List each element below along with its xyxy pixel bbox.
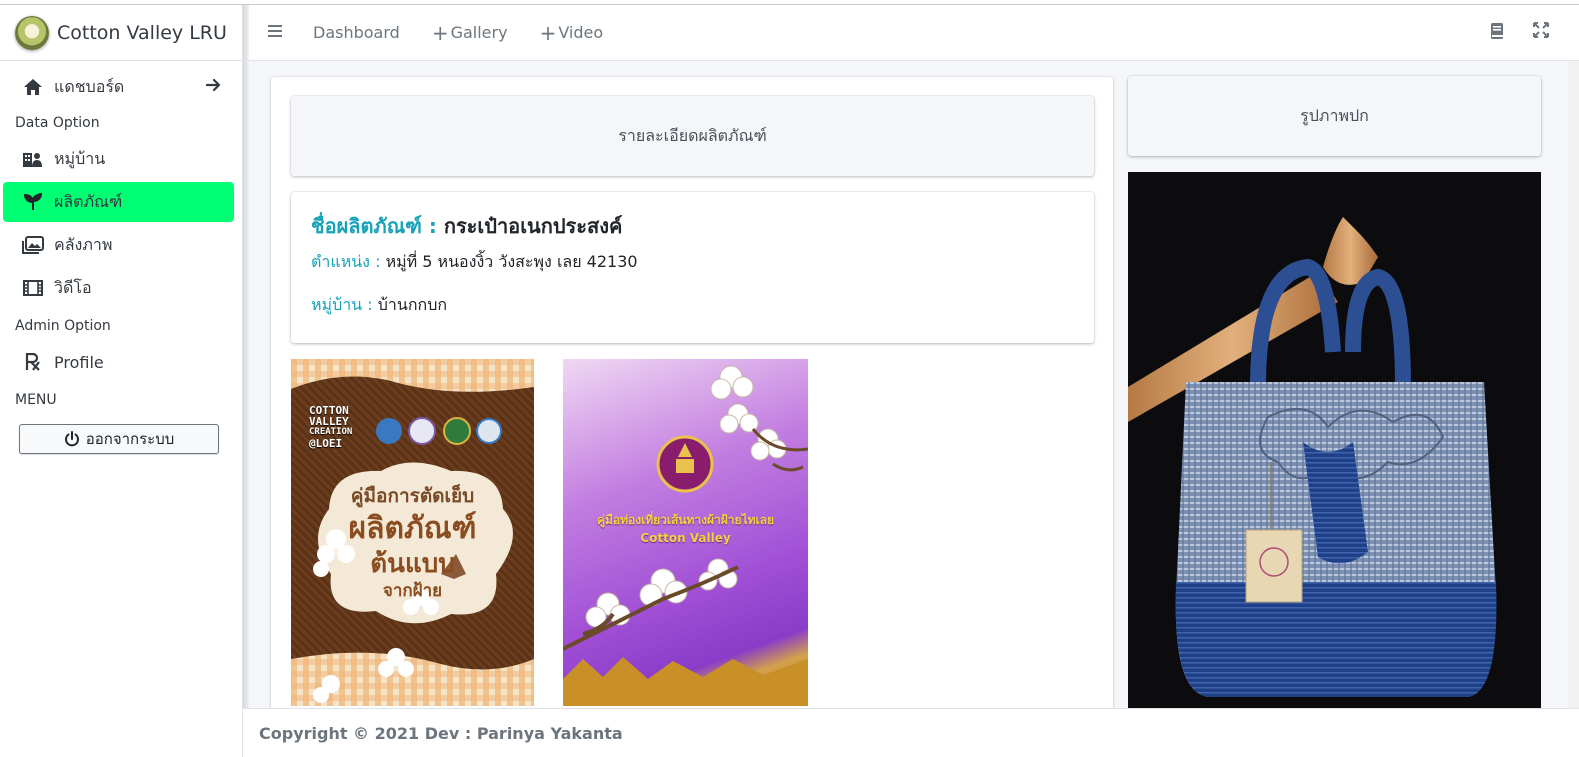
home-icon — [22, 77, 44, 97]
product-name: กระเป๋าอเนกประสงค์ — [443, 214, 623, 238]
sidebar-item-village[interactable]: หมู่บ้าน — [3, 139, 234, 179]
section-header-menu: MENU — [15, 392, 57, 408]
sidebar-item-profile[interactable]: Profile — [3, 342, 234, 382]
product-village-row: หมู่บ้าน : บ้านกกบก — [311, 293, 1074, 318]
footer: Copyright © 2021 Dev : Parinya Yakanta — [243, 708, 1579, 757]
nav-video-link[interactable]: + Video — [540, 23, 604, 43]
brand-logo — [15, 15, 49, 50]
brand[interactable]: Cotton Valley LRU — [0, 5, 242, 61]
copyright-text: Copyright © 2021 Dev : Parinya Yakanta — [259, 723, 623, 743]
nav-gallery-label: Gallery — [450, 23, 508, 42]
cover-image[interactable] — [1128, 172, 1541, 708]
cover-image-header: รูปภาพปก — [1128, 76, 1541, 156]
cover-photo-bag — [1128, 217, 1497, 697]
product-name-row: ชื่อผลิตภัณฑ์ : กระเป๋าอเนกประสงค์ — [311, 210, 1074, 242]
brand-line: VALLEY — [309, 415, 349, 428]
gallery-thumbnail-sewing-manual[interactable]: COTTON VALLEY CREATION @LOEI คู่มือการตั… — [291, 359, 534, 706]
book-icon[interactable] — [1489, 22, 1505, 44]
product-village-label: หมู่บ้าน : — [311, 295, 373, 314]
sidebar-item-label: ผลิตภัณฑ์ — [54, 191, 123, 211]
sidebar-item-label: Profile — [54, 352, 104, 372]
sidebar-item-dashboard[interactable]: แดชบอร์ด — [3, 67, 234, 107]
section-header-admin-option: Admin Option — [15, 318, 111, 334]
plus-icon: + — [431, 20, 449, 45]
nav-video-label: Video — [558, 23, 604, 42]
sidebar-item-label: คลังภาพ — [54, 234, 113, 254]
sidebar-item-label: แดชบอร์ด — [54, 76, 125, 96]
gallery-thumbnail-travel-guide[interactable]: คู่มือท่องเที่ยวเส้นทางผ้าฝ้ายไทเลย Cott… — [563, 359, 808, 706]
thumbnail-subtitle: Cotton Valley — [640, 531, 731, 545]
thumbnail-title: คู่มือท่องเที่ยวเส้นทางผ้าฝ้ายไทเลย — [596, 513, 775, 527]
logout-label: ออกจากระบบ — [85, 430, 175, 448]
product-detail-header: รายละเอียดผลิตภัณฑ์ — [291, 96, 1094, 176]
nav-gallery-link[interactable]: + Gallery — [432, 23, 508, 43]
power-icon — [64, 431, 80, 447]
thumbnail-subtitle: จากฝ้าย — [382, 581, 443, 601]
images-icon — [22, 235, 44, 255]
sidebar: Cotton Valley LRU แดชบอร์ด Data Option ห… — [0, 5, 243, 757]
village-icon — [22, 149, 44, 169]
thumbnail-brand-text: COTTON VALLEY CREATION @LOEI — [309, 405, 352, 449]
product-info-box: ชื่อผลิตภัณฑ์ : กระเป๋าอเนกประสงค์ ตำแหน… — [291, 192, 1094, 343]
prescription-icon — [22, 352, 44, 372]
product-location: หมู่ที่ 5 หนองงิ้ว วังสะพุง เลย 42130 — [385, 252, 638, 271]
film-icon — [22, 278, 44, 298]
product-name-label: ชื่อผลิตภัณฑ์ : — [311, 214, 437, 238]
seedling-icon — [22, 192, 44, 212]
sidebar-item-gallery[interactable]: คลังภาพ — [3, 225, 234, 265]
brand-line: @LOEI — [309, 437, 343, 450]
top-navbar: Dashboard + Gallery + Video — [249, 5, 1579, 61]
product-village: บ้านกกบก — [377, 295, 448, 314]
hamburger-menu-icon[interactable] — [267, 23, 283, 42]
product-location-row: ตำแหน่ง : หมู่ที่ 5 หนองงิ้ว วังสะพุง เล… — [311, 250, 1074, 275]
sidebar-edge — [243, 5, 249, 757]
page-scrollbar[interactable] — [1568, 62, 1579, 708]
plus-icon: + — [539, 20, 557, 45]
fullscreen-icon[interactable] — [1533, 22, 1549, 44]
arrow-right-icon[interactable] — [205, 77, 222, 97]
sidebar-item-label: หมู่บ้าน — [54, 148, 106, 168]
sidebar-item-label: วิดีโอ — [54, 277, 92, 297]
sidebar-item-products[interactable]: ผลิตภัณฑ์ — [3, 182, 234, 222]
product-location-label: ตำแหน่ง : — [311, 252, 381, 271]
section-header-data-option: Data Option — [15, 115, 100, 131]
logout-button[interactable]: ออกจากระบบ — [19, 424, 219, 454]
brand-title: Cotton Valley LRU — [57, 21, 227, 44]
sidebar-item-video[interactable]: วิดีโอ — [3, 268, 234, 308]
nav-dashboard-link[interactable]: Dashboard — [313, 23, 400, 42]
